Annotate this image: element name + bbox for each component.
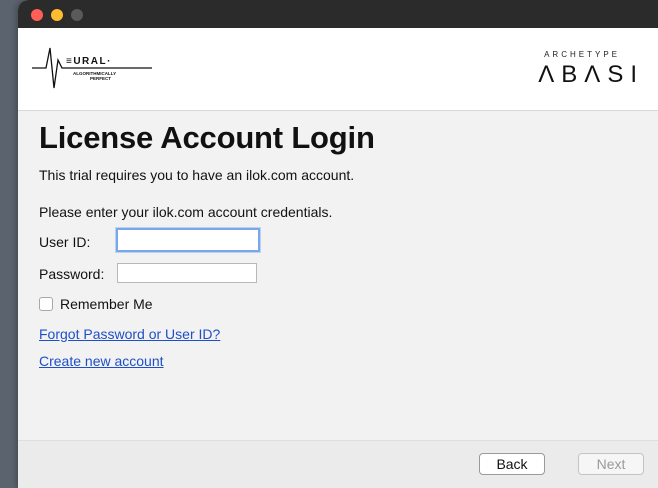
remember-me-checkbox[interactable] xyxy=(39,297,53,311)
user-id-input[interactable] xyxy=(116,228,260,252)
brand-header: ≡URAL· ALGORITHMICALLY PERFECT ARCHETYPE… xyxy=(18,28,658,111)
password-label: Password: xyxy=(39,266,105,282)
archetype-abasi-logo: ARCHETYPE ΛBΛSI xyxy=(538,50,644,89)
password-input[interactable] xyxy=(117,263,257,283)
zoom-window-button[interactable] xyxy=(71,9,83,21)
trial-requirement-text: This trial requires you to have an ilok.… xyxy=(39,167,355,183)
nural-tagline-2: PERFECT xyxy=(90,76,111,81)
login-form: License Account Login This trial require… xyxy=(18,110,658,440)
credentials-instruction-text: Please enter your ilok.com account crede… xyxy=(39,204,333,220)
neural-dsp-logo: ≡URAL· ALGORITHMICALLY PERFECT xyxy=(32,47,152,89)
abasi-big-text: ΛBΛSI xyxy=(538,61,644,88)
abasi-small-text: ARCHETYPE xyxy=(544,50,620,59)
minimize-window-button[interactable] xyxy=(51,9,63,21)
create-account-link[interactable]: Create new account xyxy=(39,353,164,369)
forgot-password-link[interactable]: Forgot Password or User ID? xyxy=(39,326,220,342)
close-window-button[interactable] xyxy=(31,9,43,21)
next-button[interactable]: Next xyxy=(578,453,644,475)
remember-me-label[interactable]: Remember Me xyxy=(60,296,153,312)
title-bar xyxy=(18,0,658,28)
user-id-label: User ID: xyxy=(39,234,91,250)
nural-logo-text: ≡URAL· xyxy=(66,56,112,67)
license-window: ≡URAL· ALGORITHMICALLY PERFECT ARCHETYPE… xyxy=(18,0,658,488)
footer-bar: Back Next xyxy=(18,440,658,488)
back-button[interactable]: Back xyxy=(479,453,545,475)
page-title: License Account Login xyxy=(39,120,375,155)
remember-me-row[interactable]: Remember Me xyxy=(39,295,153,313)
